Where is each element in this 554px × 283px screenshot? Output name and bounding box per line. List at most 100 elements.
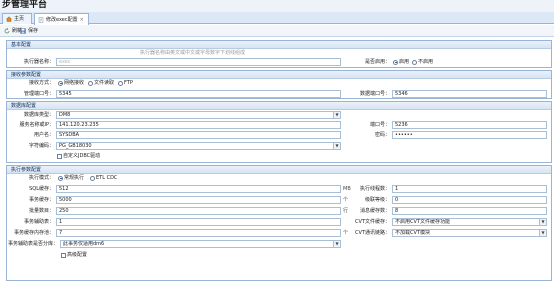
advanced-config-label: 高级配置 xyxy=(67,252,88,258)
title-bar xyxy=(0,0,554,12)
enabled-radio-off[interactable]: 不启用 xyxy=(412,58,433,66)
db-type-label: 数据库类型： xyxy=(23,112,54,118)
mgmt-port-input[interactable]: 5345 xyxy=(56,90,341,98)
tab-close-icon[interactable]: × xyxy=(80,15,84,25)
trx-cache-mem-label: 事务缓存内存池： xyxy=(13,230,54,236)
trx-cache-mem-unit: 个 xyxy=(343,230,349,236)
batch-size-input[interactable]: 250 xyxy=(56,207,341,215)
db-port-input[interactable]: 5236 xyxy=(392,121,547,129)
jdbc-driver-checkbox[interactable]: 自定义JDBC驱动 xyxy=(57,152,100,160)
cvt-file-cache-label: CVT文件缓存： xyxy=(355,219,390,225)
advanced-config-checkbox[interactable]: 高级配置 xyxy=(61,251,87,259)
exec-mode-label: 执行模式： xyxy=(28,175,54,181)
radio-unselected xyxy=(118,80,123,86)
toolbar xyxy=(0,25,554,37)
trx-cache-unit: 个 xyxy=(343,197,349,203)
enabled-on-label: 启用 xyxy=(399,59,410,65)
chevron-down-icon[interactable]: ▼ xyxy=(333,112,340,118)
cvt-file-cache-select[interactable]: 不启用CVT文件缓存功能 ▼ xyxy=(392,218,547,226)
exec-mode-etl[interactable]: ETL CDC xyxy=(90,174,117,182)
batch-size-label: 批量数目： xyxy=(28,208,54,214)
basic-config-title: 基本配置 xyxy=(7,41,551,49)
enabled-label: 是否启用： xyxy=(364,59,390,65)
receive-config-title: 接收参数配置 xyxy=(7,71,551,79)
recv-mode-network[interactable]: 网络接收 xyxy=(58,79,84,87)
trx-cache-label: 事务缓存： xyxy=(28,197,54,203)
radio-selected xyxy=(58,80,63,86)
trx-assist-label: 事务辅助表： xyxy=(23,219,54,225)
sql-cache-label: SQL缓存： xyxy=(29,186,54,192)
assist-dist-label: 事务辅助表是否分库： xyxy=(7,241,58,247)
basic-config-hint: 执行器名称由英文或中文或字母数字下划线组成 xyxy=(140,50,246,56)
assist-dist-value: 此事务仅适用dm6 xyxy=(63,241,105,247)
save-icon xyxy=(20,28,26,34)
enabled-off-label: 不启用 xyxy=(418,59,434,65)
db-password-label: 密码： xyxy=(374,132,390,138)
db-type-value: DM8 xyxy=(59,112,71,118)
recv-mode-ftp[interactable]: FTP xyxy=(118,79,133,87)
save-label: 保存 xyxy=(28,28,39,34)
radio-selected xyxy=(58,175,63,181)
threads-label: 执行线程数： xyxy=(359,186,390,192)
db-charset-label: 字符编码： xyxy=(28,143,54,149)
trx-assist-input[interactable]: 1 xyxy=(56,218,341,226)
chevron-down-icon[interactable]: ▼ xyxy=(539,219,546,225)
msg-cache-label: 消息缓存数： xyxy=(359,208,390,214)
recv-mode-file[interactable]: 文件读取 xyxy=(88,79,114,87)
cascade-level-label: 级联等级： xyxy=(364,197,390,203)
exec-mode-normal-label: 常规执行 xyxy=(64,175,85,181)
app-title: 步管理平台 xyxy=(2,0,48,10)
enabled-radio-on[interactable]: 启用 xyxy=(393,58,409,66)
exec-config-title: 执行参数配置 xyxy=(7,166,551,174)
tab-exec-config[interactable]: 修改exec配置 × xyxy=(34,13,89,25)
db-charset-select[interactable]: PG_GB18030 ▼ xyxy=(56,142,341,150)
assist-dist-select[interactable]: 此事务仅适用dm6 ▼ xyxy=(60,240,341,248)
exec-name-label: 执行器名称： xyxy=(23,59,54,65)
recv-mode-file-label: 文件读取 xyxy=(94,80,115,86)
jdbc-driver-label: 自定义JDBC驱动 xyxy=(63,153,101,159)
trx-cache-input[interactable]: 5000 xyxy=(56,196,341,204)
tab-exec-config-label: 修改exec配置 xyxy=(46,16,78,23)
cvt-link-label: CVT通讯链路： xyxy=(355,230,390,236)
db-type-select[interactable]: DM8 ▼ xyxy=(56,111,341,119)
cvt-link-value: 不加载CVT模块 xyxy=(395,230,430,236)
trx-cache-mem-input[interactable]: 7 xyxy=(56,229,341,237)
mgmt-port-label: 管理端口号： xyxy=(23,91,54,97)
exec-mode-normal[interactable]: 常规执行 xyxy=(58,174,84,182)
data-port-input[interactable]: 5346 xyxy=(392,90,547,98)
msg-cache-input[interactable]: 8 xyxy=(392,207,547,215)
recv-mode-label: 接收方式： xyxy=(28,80,54,86)
sql-cache-unit: MB xyxy=(343,186,351,192)
recv-mode-network-label: 网络接收 xyxy=(64,80,85,86)
db-charset-value: PG_GB18030 xyxy=(59,143,92,149)
recv-mode-ftp-label: FTP xyxy=(124,80,133,86)
cascade-level-input[interactable]: 0 xyxy=(392,196,547,204)
db-user-label: 用户名： xyxy=(33,132,54,138)
radio-selected xyxy=(393,59,398,65)
data-port-label: 数据端口号： xyxy=(359,91,390,97)
refresh-icon xyxy=(4,28,10,34)
db-port-label: 端口号： xyxy=(369,122,390,128)
db-password-input[interactable]: •••••• xyxy=(392,131,547,139)
threads-input[interactable]: 1 xyxy=(392,185,547,193)
db-user-input[interactable]: SYSDBA xyxy=(56,131,341,139)
cvt-link-select[interactable]: 不加载CVT模块 ▼ xyxy=(392,229,547,237)
chevron-down-icon[interactable]: ▼ xyxy=(333,241,340,247)
document-edit-icon xyxy=(38,16,44,23)
db-server-label: 服务名称或IP： xyxy=(19,122,55,128)
exec-name-input[interactable]: exec xyxy=(56,58,341,66)
batch-size-unit: 行 xyxy=(343,208,349,214)
radio-unselected xyxy=(90,175,95,181)
checkbox xyxy=(61,252,66,258)
checkbox xyxy=(57,153,62,159)
chevron-down-icon[interactable]: ▼ xyxy=(333,143,340,149)
cvt-file-cache-value: 不启用CVT文件缓存功能 xyxy=(395,219,450,225)
radio-unselected xyxy=(412,59,417,65)
exec-mode-etl-label: ETL CDC xyxy=(96,175,118,181)
db-server-input[interactable]: 141.120.23.235 xyxy=(56,121,341,129)
tab-home[interactable]: 主页 xyxy=(2,13,32,24)
sql-cache-input[interactable]: 512 xyxy=(56,185,341,193)
radio-unselected xyxy=(88,80,93,86)
chevron-down-icon[interactable]: ▼ xyxy=(539,230,546,236)
save-button[interactable]: 保存 xyxy=(20,26,38,36)
